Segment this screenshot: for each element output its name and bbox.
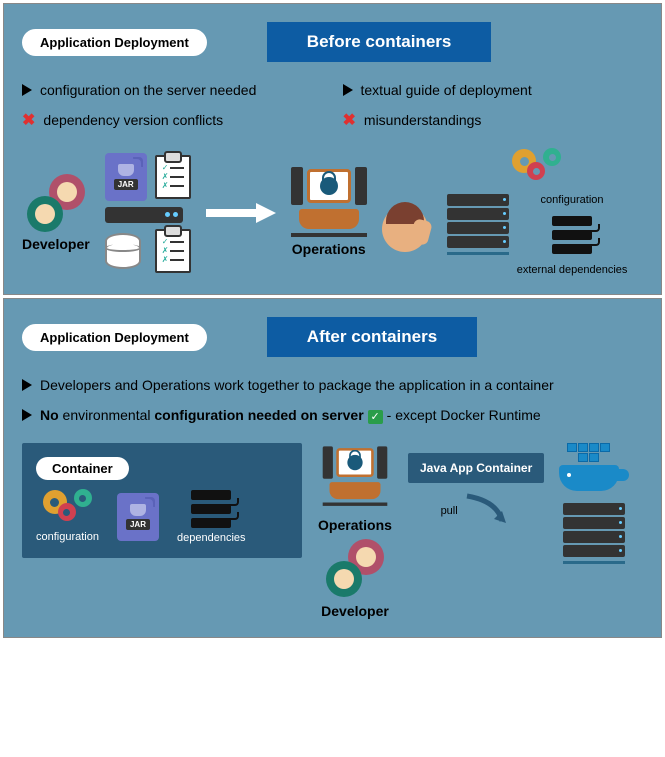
- jar-icon: JAR: [105, 153, 147, 201]
- avatar-pair-icon: [27, 174, 85, 232]
- jar-label: JAR: [114, 179, 138, 190]
- developer-label: Developer: [321, 603, 389, 619]
- bullet-text: Developers and Operations work together …: [40, 377, 554, 393]
- target-col: [559, 443, 629, 564]
- bullet-text: No environmental configuration needed on…: [40, 407, 541, 423]
- bullet-text: misunderstandings: [364, 112, 482, 128]
- arrow-icon: [206, 203, 276, 223]
- config-label: configuration: [541, 194, 604, 206]
- deps-icon: [191, 490, 231, 528]
- cross-icon: ✖: [343, 110, 356, 130]
- after-scene: Container configuration JAR dependencies…: [22, 443, 643, 619]
- docker-whale-icon: [559, 443, 629, 491]
- cross-icon: ✖: [22, 110, 35, 130]
- operations-icon: [323, 448, 388, 506]
- triangle-icon: [343, 84, 353, 96]
- jar-icon: JAR: [117, 493, 159, 541]
- bullet-text: configuration on the server needed: [40, 82, 256, 98]
- deps-icon: [552, 216, 592, 254]
- before-panel: Application Deployment Before containers…: [3, 3, 662, 295]
- avatar-pair-icon: [326, 539, 384, 597]
- bullet: No environmental configuration needed on…: [22, 407, 643, 423]
- server-icon: [105, 207, 183, 223]
- server-side: configuration external dependencies: [447, 150, 628, 276]
- operations-label: Operations: [292, 241, 366, 257]
- bullet: ✖ dependency version conflicts: [22, 110, 323, 130]
- badge-before: Application Deployment: [22, 29, 207, 56]
- container-pill: Container: [36, 457, 129, 480]
- frustrated-face-icon: [382, 206, 432, 276]
- title-after: After containers: [267, 317, 477, 357]
- database-icon: [105, 233, 141, 269]
- bullet-text: dependency version conflicts: [43, 112, 223, 128]
- developer-group: Developer: [22, 174, 90, 252]
- container-box: Container configuration JAR dependencies: [22, 443, 302, 558]
- before-scene: Developer JAR ✓✗✗ ✓✗✗ Operations: [22, 150, 643, 276]
- operations-group: Operations: [291, 169, 367, 257]
- after-header: Application Deployment After containers: [22, 317, 643, 357]
- checklist-icon: ✓✗✗: [155, 155, 191, 199]
- checklist-icon: ✓✗✗: [155, 229, 191, 273]
- triangle-icon: [22, 409, 32, 421]
- before-bullets: configuration on the server needed textu…: [22, 82, 643, 130]
- gears-icon: [46, 491, 90, 527]
- people-col: Operations Developer: [317, 443, 393, 619]
- curved-arrow-icon: [462, 491, 512, 531]
- bullet: ✖ misunderstandings: [343, 110, 644, 130]
- operations-label: Operations: [318, 517, 392, 533]
- pull-label: pull: [441, 505, 458, 517]
- bullet: Developers and Operations work together …: [22, 377, 643, 393]
- bullet-text: textual guide of deployment: [361, 82, 532, 98]
- java-col: Java App Container pull: [408, 453, 544, 531]
- bullet: textual guide of deployment: [343, 82, 644, 98]
- before-header: Application Deployment Before containers: [22, 22, 643, 62]
- artifacts: JAR ✓✗✗ ✓✗✗: [105, 153, 191, 273]
- deps-label: dependencies: [177, 532, 246, 544]
- triangle-icon: [22, 379, 32, 391]
- triangle-icon: [22, 84, 32, 96]
- config-label: configuration: [36, 531, 99, 543]
- gears-icon: [515, 150, 559, 186]
- java-container-box: Java App Container: [408, 453, 544, 483]
- server-stack-icon: [447, 194, 509, 255]
- bullet: configuration on the server needed: [22, 82, 323, 98]
- jar-label: JAR: [126, 519, 150, 530]
- operations-icon: [291, 169, 367, 237]
- after-panel: Application Deployment After containers …: [3, 298, 662, 638]
- deps-label: external dependencies: [517, 264, 628, 276]
- developer-label: Developer: [22, 236, 90, 252]
- badge-after: Application Deployment: [22, 324, 207, 351]
- server-stack-icon: [563, 503, 625, 564]
- title-before: Before containers: [267, 22, 492, 62]
- after-bullets: Developers and Operations work together …: [22, 377, 643, 423]
